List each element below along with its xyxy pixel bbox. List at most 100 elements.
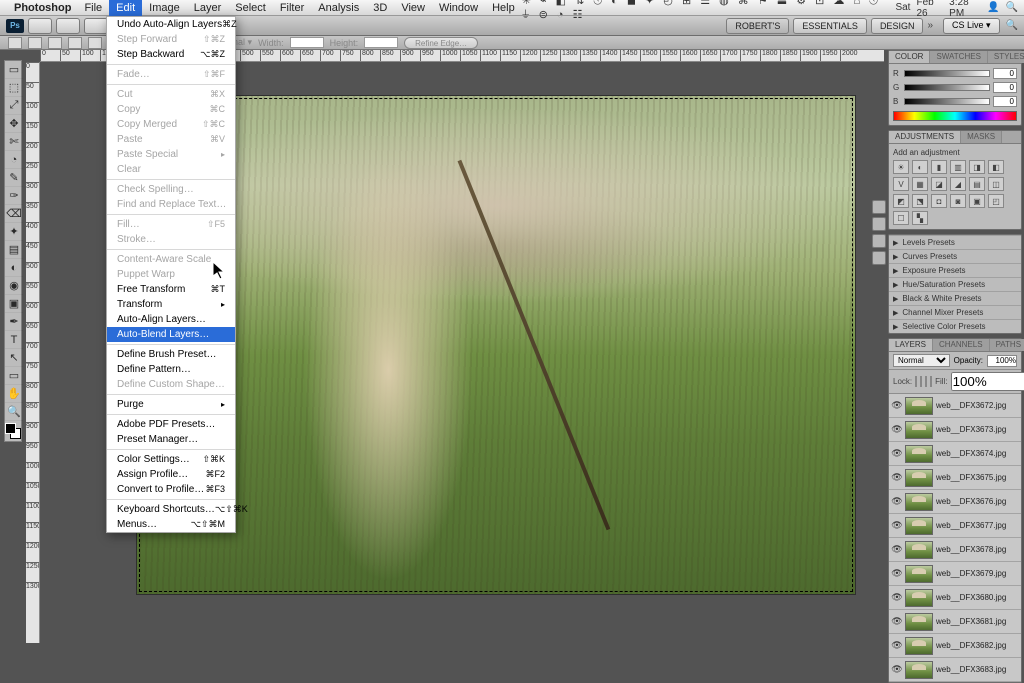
layer-row[interactable]: 👁web__DFX3672.jpg xyxy=(889,394,1021,418)
menu-3d[interactable]: 3D xyxy=(366,0,394,16)
adj-icon-13[interactable]: ⬔ xyxy=(912,194,928,208)
menuitem-purge[interactable]: Purge xyxy=(107,397,235,412)
tab-layers[interactable]: LAYERS xyxy=(889,339,933,351)
menuitem-menus-[interactable]: Menus…⌥⇧⌘M xyxy=(107,517,235,532)
adj-icon-4[interactable]: ◨ xyxy=(969,160,985,174)
tool-4[interactable]: ✄ xyxy=(5,133,23,151)
tab-swatches[interactable]: SWATCHES xyxy=(930,51,987,63)
eye-icon[interactable]: 👁 xyxy=(892,425,902,435)
opacity-input[interactable] xyxy=(987,355,1017,367)
preset-hue-saturation-presets[interactable]: ▶Hue/Saturation Presets xyxy=(889,277,1021,291)
layer-row[interactable]: 👁web__DFX3675.jpg xyxy=(889,466,1021,490)
selmode-add-icon[interactable] xyxy=(48,37,62,49)
adj-icon-0[interactable]: ☀ xyxy=(893,160,909,174)
adj-icon-19[interactable]: ▚ xyxy=(912,211,928,225)
tab-adjustments[interactable]: ADJUSTMENTS xyxy=(889,131,961,143)
menuitem-assign-profile-[interactable]: Assign Profile…⌘F2 xyxy=(107,467,235,482)
eye-icon[interactable]: 👁 xyxy=(892,545,902,555)
menuitem-define-pattern-[interactable]: Define Pattern… xyxy=(107,362,235,377)
slider-G[interactable] xyxy=(904,84,990,91)
tool-19[interactable]: 🔍 xyxy=(5,403,23,421)
tool-10[interactable]: ▤ xyxy=(5,241,23,259)
layer-list[interactable]: 👁web__DFX3672.jpg👁web__DFX3673.jpg👁web__… xyxy=(889,394,1021,682)
tray-actions-icon[interactable] xyxy=(872,217,886,231)
menuitem-preset-manager-[interactable]: Preset Manager… xyxy=(107,432,235,447)
spotlight-icon[interactable]: 🔍 xyxy=(1006,2,1018,13)
adj-icon-12[interactable]: ◩ xyxy=(893,194,909,208)
cslive-button[interactable]: CS Live ▾ xyxy=(943,18,1000,34)
tool-18[interactable]: ✋ xyxy=(5,385,23,403)
menu-layer[interactable]: Layer xyxy=(187,0,229,16)
tool-5[interactable]: ◔ xyxy=(5,151,23,169)
preset-curves-presets[interactable]: ▶Curves Presets xyxy=(889,249,1021,263)
layer-row[interactable]: 👁web__DFX3673.jpg xyxy=(889,418,1021,442)
tool-17[interactable]: ▭ xyxy=(5,367,23,385)
adj-icon-18[interactable]: ☐ xyxy=(893,211,909,225)
adj-icon-15[interactable]: ◙ xyxy=(950,194,966,208)
preset-black-white-presets[interactable]: ▶Black & White Presets xyxy=(889,291,1021,305)
menuitem-undo-auto-align-layers[interactable]: Undo Auto-Align Layers⌘Z xyxy=(107,17,235,32)
selmode-int-icon[interactable] xyxy=(88,37,102,49)
selmode-new-icon[interactable] xyxy=(28,37,42,49)
ps-logo[interactable]: Ps xyxy=(6,19,24,33)
layer-row[interactable]: 👁web__DFX3681.jpg xyxy=(889,610,1021,634)
menu-image[interactable]: Image xyxy=(142,0,187,16)
menuitem-auto-blend-layers-[interactable]: Auto-Blend Layers… xyxy=(107,327,235,342)
eye-icon[interactable]: 👁 xyxy=(892,617,902,627)
slider-R[interactable] xyxy=(904,70,990,77)
adj-icon-9[interactable]: ◢ xyxy=(950,177,966,191)
tool-12[interactable]: ◉ xyxy=(5,277,23,295)
adj-icon-6[interactable]: V xyxy=(893,177,909,191)
menuitem-free-transform[interactable]: Free Transform⌘T xyxy=(107,282,235,297)
tool-13[interactable]: ▣ xyxy=(5,295,23,313)
layer-row[interactable]: 👁web__DFX3674.jpg xyxy=(889,442,1021,466)
slider-val-G[interactable] xyxy=(993,82,1017,93)
menu-edit[interactable]: Edit xyxy=(109,0,142,16)
adj-icon-7[interactable]: ▦ xyxy=(912,177,928,191)
menuitem-define-brush-preset-[interactable]: Define Brush Preset… xyxy=(107,347,235,362)
eye-icon[interactable]: 👁 xyxy=(892,665,902,675)
hue-ramp[interactable] xyxy=(893,111,1017,121)
adj-icon-1[interactable]: ◐ xyxy=(912,160,928,174)
ws-chevrons[interactable]: » xyxy=(927,20,933,31)
layer-row[interactable]: 👁web__DFX3679.jpg xyxy=(889,562,1021,586)
menu-window[interactable]: Window xyxy=(432,0,485,16)
preset-selective-color-presets[interactable]: ▶Selective Color Presets xyxy=(889,319,1021,333)
bridge-button[interactable] xyxy=(28,18,52,34)
adj-icon-8[interactable]: ◪ xyxy=(931,177,947,191)
tab-channels[interactable]: CHANNELS xyxy=(933,339,990,351)
adj-icon-2[interactable]: ▮ xyxy=(931,160,947,174)
layer-row[interactable]: 👁web__DFX3676.jpg xyxy=(889,490,1021,514)
lock-pos-icon[interactable] xyxy=(925,376,927,387)
adj-icon-3[interactable]: ▥ xyxy=(950,160,966,174)
menu-analysis[interactable]: Analysis xyxy=(311,0,366,16)
lock-all-icon[interactable] xyxy=(930,376,932,387)
menu-filter[interactable]: Filter xyxy=(273,0,311,16)
selmode-sub-icon[interactable] xyxy=(68,37,82,49)
menu-help[interactable]: Help xyxy=(485,0,522,16)
document[interactable] xyxy=(136,95,856,595)
minibridge-button[interactable] xyxy=(56,18,80,34)
menu-file[interactable]: File xyxy=(77,0,109,16)
tab-masks[interactable]: MASKS xyxy=(961,131,1002,143)
tool-16[interactable]: ↖ xyxy=(5,349,23,367)
eye-icon[interactable]: 👁 xyxy=(892,473,902,483)
tool-9[interactable]: ✦ xyxy=(5,223,23,241)
preset-levels-presets[interactable]: ▶Levels Presets xyxy=(889,235,1021,249)
slider-val-B[interactable] xyxy=(993,96,1017,107)
search-icon[interactable]: 🔍 xyxy=(1006,20,1018,31)
eye-icon[interactable]: 👁 xyxy=(892,401,902,411)
marquee-icon[interactable] xyxy=(8,37,22,49)
tool-6[interactable]: ✎ xyxy=(5,169,23,187)
tool-14[interactable]: ✒ xyxy=(5,313,23,331)
tool-7[interactable]: ✑ xyxy=(5,187,23,205)
preset-channel-mixer-presets[interactable]: ▶Channel Mixer Presets xyxy=(889,305,1021,319)
tab-paths[interactable]: PATHS xyxy=(990,339,1024,351)
menuitem-color-settings-[interactable]: Color Settings…⇧⌘K xyxy=(107,452,235,467)
workspace-2[interactable]: DESIGN xyxy=(871,18,924,34)
eye-icon[interactable]: 👁 xyxy=(892,593,902,603)
tool-11[interactable]: ◐ xyxy=(5,259,23,277)
color-swatch[interactable] xyxy=(5,423,21,439)
tab-styles[interactable]: STYLES xyxy=(988,51,1024,63)
viewextras-button[interactable] xyxy=(84,18,108,34)
